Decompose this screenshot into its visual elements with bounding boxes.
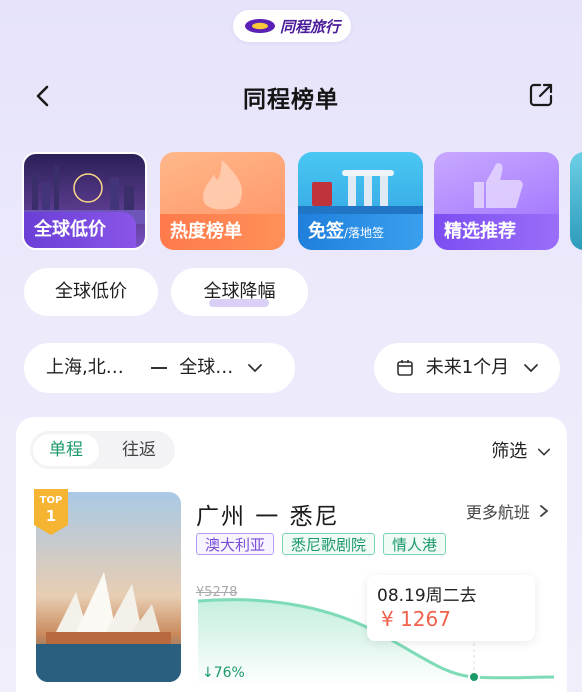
brand-logo-icon (244, 19, 275, 33)
chevron-down-icon (524, 364, 538, 373)
chevron-down-icon (248, 364, 262, 373)
header: 同程榜单 (0, 72, 582, 120)
calendar-icon (397, 360, 413, 376)
tab-round-trip[interactable]: 往返 (106, 434, 172, 466)
destination-text: 全球… (179, 357, 234, 378)
filter-button[interactable]: 筛选 (491, 437, 551, 463)
current-price: ¥ 1267 (381, 607, 451, 631)
marina-bay-image (298, 170, 423, 222)
tag-landmark: 情人港 (383, 533, 447, 555)
flame-icon (203, 160, 242, 210)
period-selector[interactable]: 未来1个月 (374, 343, 560, 393)
filter-label: 筛选 (491, 441, 528, 462)
current-point (468, 671, 480, 683)
page-title: 同程榜单 (243, 87, 339, 113)
price-drop-percent: ↓76% (202, 665, 245, 681)
category-label: 全球低价 (24, 212, 136, 248)
more-flights-link[interactable]: 更多航班 (466, 499, 549, 523)
origin-text: 上海,北… (46, 357, 124, 378)
category-featured[interactable]: 精选推荐 (434, 152, 559, 250)
price-tooltip[interactable]: 08.19周二去 ¥ 1267 (367, 575, 535, 641)
category-next-partial[interactable] (570, 152, 582, 250)
category-visa-free[interactable]: 免签/落地签 (298, 152, 423, 250)
trip-type-tabs: 单程 往返 (30, 431, 175, 469)
category-label: 免签/落地签 (298, 214, 423, 250)
category-label: 精选推荐 (434, 214, 559, 250)
tag-landmark: 悉尼歌剧院 (282, 533, 376, 555)
subtab-label: 全球降幅 (203, 281, 276, 302)
brand-name: 同程旅行 (279, 17, 340, 36)
category-global-low-price[interactable]: 全球低价 (22, 152, 147, 250)
top-rank-badge: TOP 1 (34, 489, 68, 535)
svg-text:1: 1 (46, 507, 56, 525)
category-label-sub: /落地签 (344, 226, 385, 240)
more-flights-label: 更多航班 (465, 503, 530, 522)
route-separator (151, 367, 168, 369)
tag-country: 澳大利亚 (196, 533, 275, 555)
share-icon[interactable] (528, 82, 554, 108)
period-text: 未来1个月 (425, 357, 510, 378)
tag-list: 澳大利亚 悉尼歌剧院 情人港 (196, 533, 447, 555)
deal-card: 单程 往返 筛选 TOP 1 广州 一 悉尼 更多航班 澳大利亚 悉尼歌剧院 情… (16, 417, 567, 692)
subtab-global-low-price[interactable]: 全球低价 (24, 268, 158, 316)
category-label: 热度榜单 (160, 214, 285, 250)
subtab-global-drop[interactable]: 全球降幅 (171, 268, 308, 316)
tab-one-way[interactable]: 单程 (33, 434, 99, 466)
route-title: 广州 一 悉尼 (196, 504, 340, 530)
category-label-main: 免签 (308, 221, 344, 242)
departure-date: 08.19周二去 (377, 586, 477, 606)
chevron-right-icon (540, 505, 549, 517)
category-carousel: 全球低价 热度榜单 免签/落地签 精选推荐 (22, 152, 582, 252)
category-hot-ranking[interactable]: 热度榜单 (160, 152, 285, 250)
thumbs-up-icon (474, 163, 523, 208)
brand-pill: 同程旅行 (233, 10, 351, 42)
svg-text:TOP: TOP (40, 495, 63, 506)
chevron-down-icon (537, 448, 551, 456)
route-selector[interactable]: 上海,北… 全球… (24, 343, 295, 393)
